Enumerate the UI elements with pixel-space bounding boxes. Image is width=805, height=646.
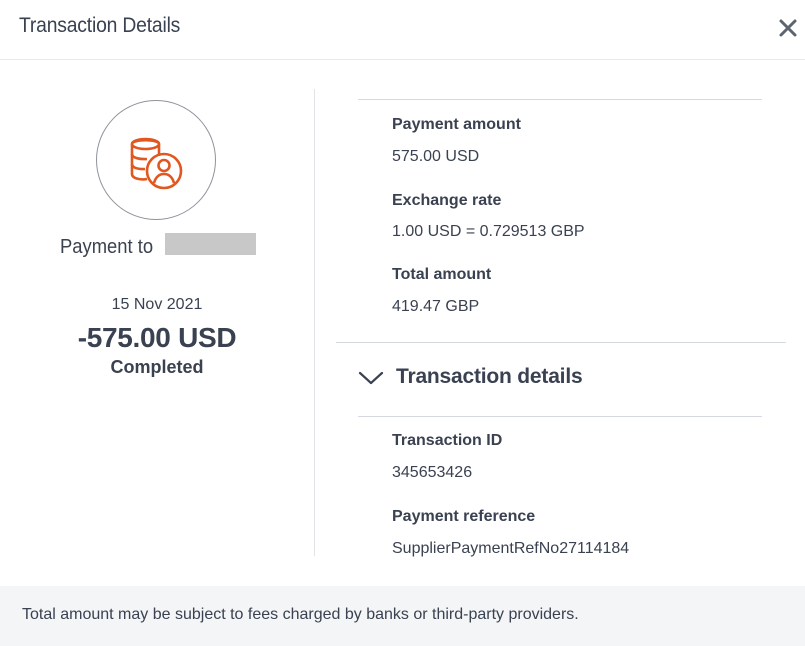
chevron-down-icon [358, 371, 384, 385]
transaction-details-toggle[interactable]: Transaction details [358, 360, 583, 394]
close-button[interactable] [776, 16, 800, 40]
top-divider [358, 99, 762, 100]
transaction-info-panel: Payment amount 575.00 USD Exchange rate … [315, 60, 805, 560]
payment-amount-label: Payment amount [392, 116, 521, 133]
transaction-id-value: 345653426 [392, 464, 473, 481]
section-title: Transaction details [396, 365, 583, 388]
payee-prefix: Payment to [60, 235, 154, 258]
exchange-rate-label: Exchange rate [392, 192, 502, 209]
transaction-amount: -575.00 USD [77, 322, 237, 353]
transaction-id-label: Transaction ID [392, 432, 503, 449]
fees-disclaimer: Total amount may be subject to fees char… [22, 606, 579, 623]
payment-amount-value: 575.00 USD [392, 148, 480, 165]
close-icon [779, 19, 797, 37]
modal-title: Transaction Details [19, 14, 181, 37]
payment-reference-value: SupplierPaymentRefNo27114184 [392, 540, 630, 557]
transaction-date: 15 Nov 2021 [111, 296, 203, 313]
database-user-icon [130, 137, 183, 190]
exchange-rate-value: 1.00 USD = 0.729513 GBP [392, 223, 585, 240]
total-amount-value: 419.47 GBP [392, 298, 480, 315]
section-divider [336, 342, 786, 343]
transaction-summary: Payment to 15 Nov 2021 -575.00 USD Compl… [0, 60, 314, 560]
payee-line: Payment to [60, 233, 256, 261]
payee-avatar [96, 100, 216, 220]
payment-reference-label: Payment reference [392, 508, 536, 525]
payee-name-redacted [165, 233, 256, 255]
modal-header: Transaction Details [0, 0, 805, 60]
total-amount-label: Total amount [392, 266, 492, 283]
modal-footer: Total amount may be subject to fees char… [0, 586, 805, 646]
section-content-divider [358, 416, 762, 417]
transaction-status: Completed [110, 357, 204, 377]
